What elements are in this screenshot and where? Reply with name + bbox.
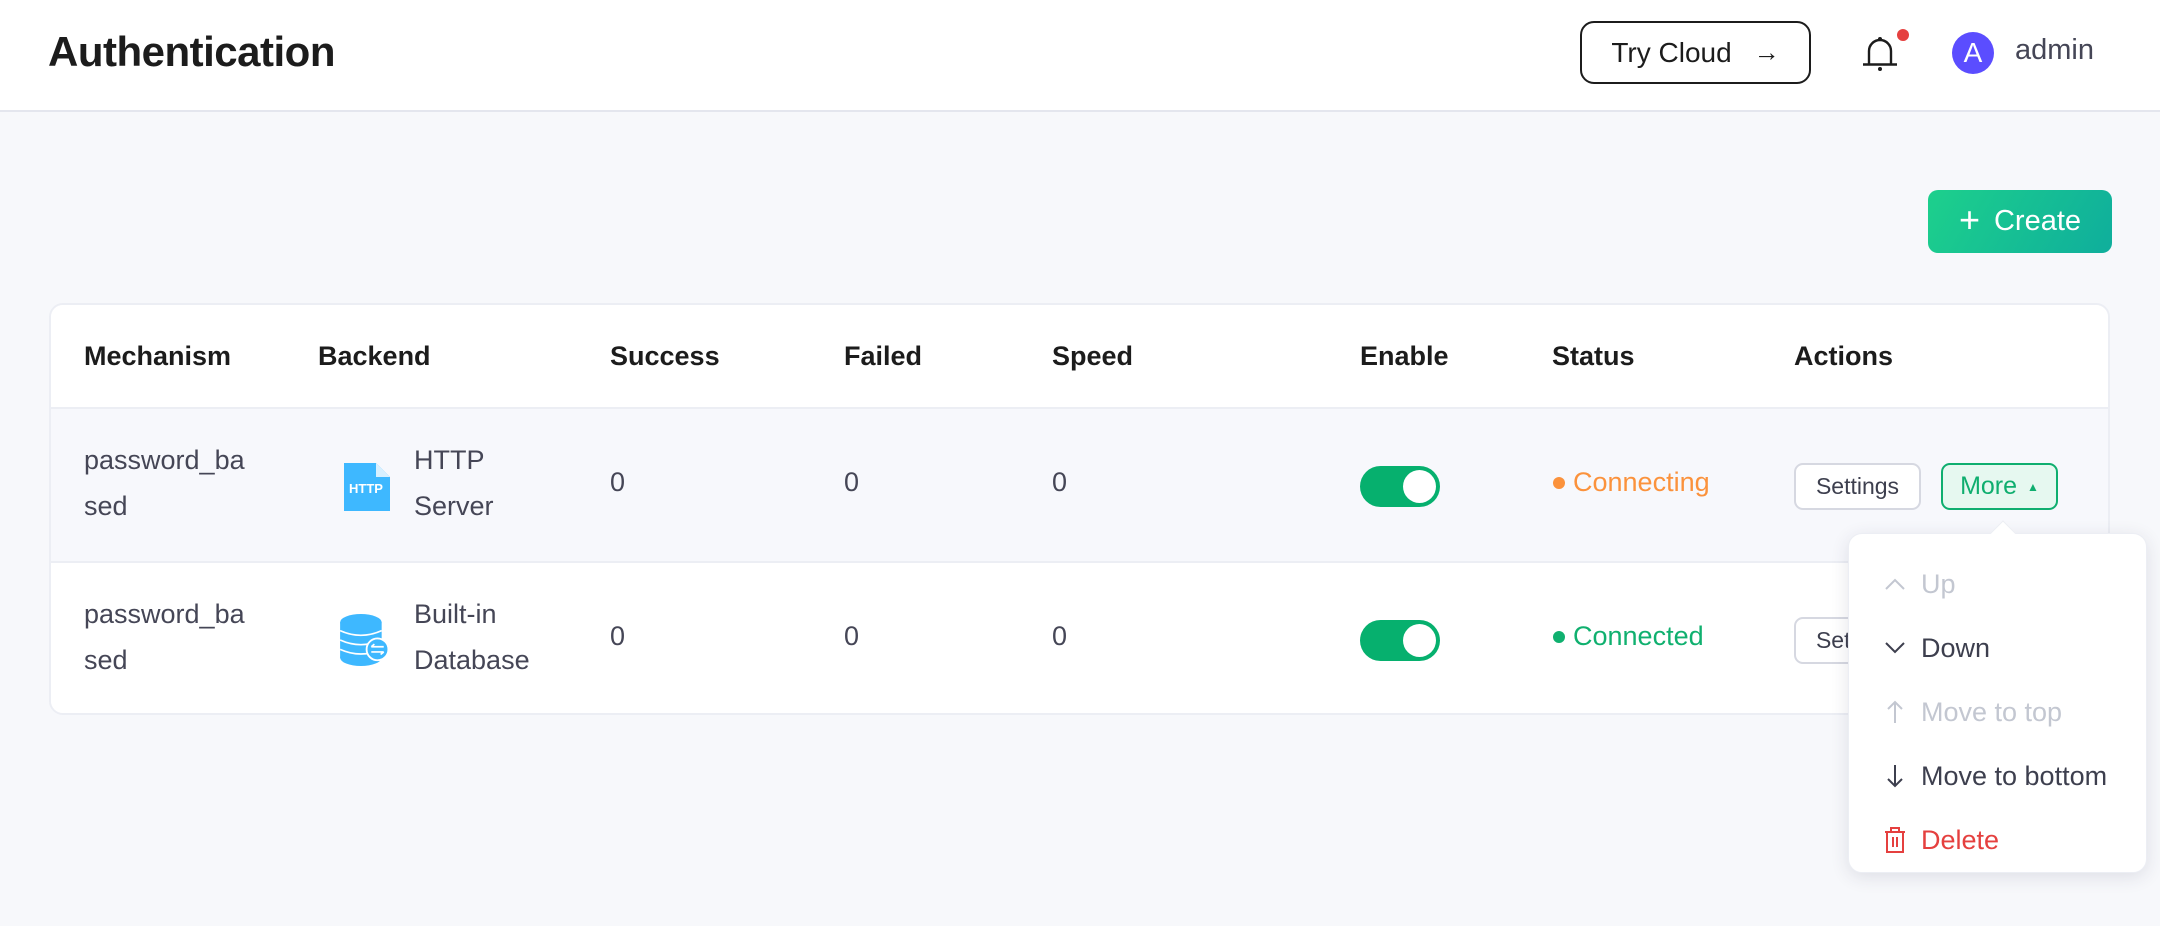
page-title: Authentication [48,28,335,75]
create-label: Create [1993,205,2082,237]
menu-item-label: Move to bottom [1921,760,2108,791]
authentication-table: Mechanism Backend Success Failed Speed E… [49,303,2110,715]
backend-text: Built-in [414,599,497,629]
column-header-success: Success [610,341,720,371]
column-header-backend: Backend [318,341,431,371]
mechanism-text: password_ba [84,599,245,629]
column-header-actions: Actions [1794,341,1894,371]
menu-item-label: Down [1921,632,1991,663]
plus-icon: + [1958,198,1980,240]
notifications-button[interactable] [1860,29,1909,75]
avatar[interactable]: A [1952,32,1994,74]
mechanism-cell: password_ba sed [84,591,245,683]
arrow-right-icon: → [1753,37,1780,67]
status-badge: Connected [1553,621,1704,652]
more-dropdown-menu: Up Down Move to top Move to bottom Delet… [1848,520,2147,873]
arrow-down-icon [1883,764,1907,788]
database-icon [339,614,389,666]
chevron-down-icon [1883,641,1907,655]
mechanism-text: sed [84,491,128,521]
try-cloud-label: Try Cloud [1611,36,1732,68]
table-row: password_ba sed HTTP HTTP Server 0 0 0 C… [51,409,2108,563]
menu-item-delete[interactable]: Delete [1849,808,2146,872]
failed-count: 0 [844,467,860,497]
speed-value: 0 [1052,467,1068,497]
create-button[interactable]: + Create [1928,190,2112,253]
svg-text:HTTP: HTTP [349,481,383,496]
arrow-up-icon [1883,700,1907,724]
bell-icon [1863,37,1897,71]
menu-item-label: Delete [1921,824,2000,855]
menu-item-down[interactable]: Down [1849,616,2146,680]
menu-item-label: Move to top [1921,696,2063,727]
status-dot-icon [1553,476,1565,489]
backend-text: Database [414,645,530,675]
notification-badge [1897,29,1909,41]
top-bar: Authentication Try Cloud → A admin [0,0,2160,112]
enable-toggle[interactable] [1360,620,1440,661]
backend-text: HTTP [414,445,485,475]
mechanism-cell: password_ba sed [84,437,245,529]
trash-icon [1883,827,1907,853]
column-header-enable: Enable [1360,341,1449,371]
menu-item-move-to-bottom[interactable]: Move to bottom [1849,744,2146,808]
menu-item-move-to-top[interactable]: Move to top [1849,680,2146,744]
menu-item-label: Up [1921,568,1956,599]
mechanism-text: password_ba [84,445,245,475]
http-file-icon: HTTP [344,463,390,511]
table-row: password_ba sed Built-in Database 0 0 0 … [51,563,2108,713]
status-dot-icon [1553,630,1565,643]
enable-toggle[interactable] [1360,466,1440,507]
backend-cell: HTTP Server [414,437,494,529]
column-header-status: Status [1552,341,1635,371]
toggle-knob [1403,470,1436,503]
backend-text: Server [414,491,494,521]
settings-button[interactable]: Settings [1794,463,1921,510]
more-label: More [1960,472,2018,500]
toggle-knob [1403,624,1436,657]
success-count: 0 [610,621,626,651]
status-badge: Connecting [1553,467,1710,498]
column-header-failed: Failed [844,341,923,371]
status-text: Connecting [1573,467,1710,497]
username[interactable]: admin [2015,34,2094,67]
more-button[interactable]: More ▲ [1941,463,2058,510]
column-header-speed: Speed [1052,341,1134,371]
table-header: Mechanism Backend Success Failed Speed E… [51,305,2108,409]
success-count: 0 [610,467,626,497]
speed-value: 0 [1052,621,1068,651]
column-header-mechanism: Mechanism [84,341,232,371]
caret-up-icon: ▲ [2027,479,2039,494]
failed-count: 0 [844,621,860,651]
mechanism-text: sed [84,645,128,675]
chevron-up-icon [1883,577,1907,591]
backend-cell: Built-in Database [414,591,530,683]
try-cloud-button[interactable]: Try Cloud → [1580,21,1811,84]
status-text: Connected [1573,621,1704,651]
menu-item-up[interactable]: Up [1849,552,2146,616]
